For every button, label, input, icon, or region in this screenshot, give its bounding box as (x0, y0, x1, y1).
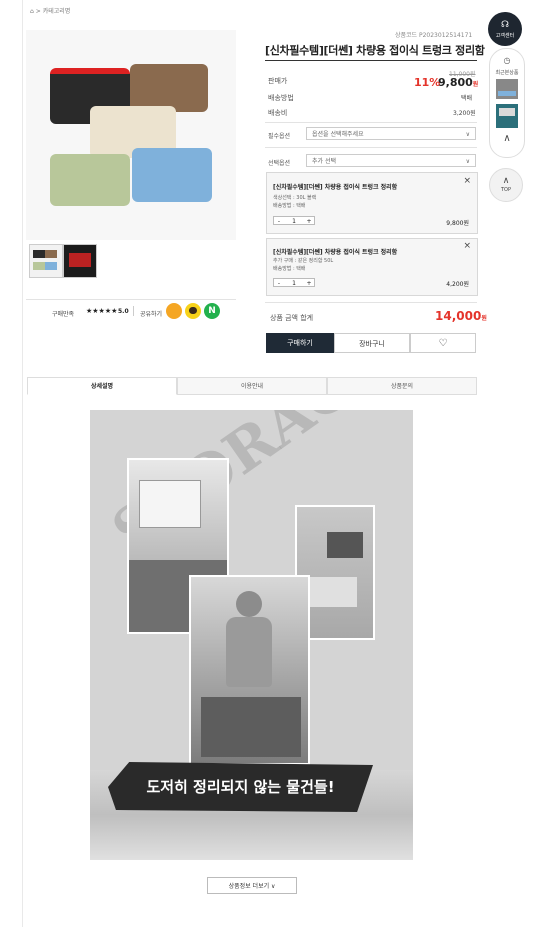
plus-icon: + (306, 280, 312, 287)
discount-rate: 11% (414, 76, 441, 89)
divider (265, 302, 477, 303)
price-label: 판매가 (268, 77, 288, 85)
quantity-stepper-1[interactable]: -1 + (273, 216, 315, 225)
option-2-detail-2: 배송방법 : 택배 (273, 266, 306, 272)
scroll-top-button[interactable]: ∧ TOP (489, 168, 523, 202)
shipping-method-label: 배송방법 (268, 94, 294, 102)
rating-value: 5.0 (118, 308, 129, 315)
required-option-select[interactable]: 옵션을 선택해주세요 ∨ (306, 127, 476, 140)
shipping-fee-label: 배송비 (268, 109, 288, 117)
thumbnail-2[interactable] (63, 244, 97, 278)
clock-icon: ◷ (503, 56, 511, 65)
plus-icon: + (306, 218, 312, 225)
option-2-price: 4,200원 (446, 281, 469, 288)
recent-product-thumb-2[interactable] (496, 104, 518, 128)
tab-guide[interactable]: 이용안내 (177, 377, 327, 395)
minus-icon: - (277, 280, 281, 287)
total-label: 상품 금액 합계 (270, 314, 314, 322)
buy-button[interactable]: 구매하기 (266, 333, 334, 353)
divider (265, 122, 477, 123)
breadcrumb: ⌂ > 카테고리명 (30, 8, 71, 15)
product-code: 상품코드 P2023012514171 (395, 32, 473, 39)
product-title: [신차필수템][더쎈] 차량용 접이식 트렁크 정리함 (265, 44, 485, 57)
rating-label: 구매만족 (52, 311, 75, 318)
share-kakaotalk-icon[interactable] (185, 303, 201, 319)
option-2-name: [신차필수템][더쎈] 차량용 접이식 트렁크 정리함 (273, 249, 398, 256)
shipping-method-value: 택배 (461, 95, 473, 102)
green-box-image (50, 154, 130, 206)
option-1-price: 9,800원 (446, 220, 469, 227)
share-naver-icon[interactable]: N (204, 303, 220, 319)
sale-price: 9,800원 (438, 76, 479, 89)
chevron-up-icon: ∧ (502, 176, 510, 186)
thumbnail-1[interactable] (29, 244, 63, 278)
option-2-detail-1: 추가 구매 : 같은 정리함 50L (273, 258, 334, 264)
option-1-name: [신차필수템][더쎈] 차량용 접이식 트렁크 정리함 (273, 184, 398, 191)
tab-inquiry[interactable]: 상품문의 (327, 377, 477, 395)
tab-detail[interactable]: 상세설명 (27, 377, 177, 395)
share-kakaostory-icon[interactable] (166, 303, 182, 319)
more-info-button[interactable]: 상품정보 더보기 ∨ (207, 877, 297, 894)
title-divider (265, 60, 477, 61)
extra-option-label: 선택옵션 (268, 160, 291, 167)
close-icon[interactable]: × (463, 176, 471, 186)
customer-center-button[interactable]: ☊ 고객센터 (488, 12, 522, 46)
wishlist-heart-icon[interactable]: ♡ (410, 333, 476, 353)
close-icon[interactable]: × (463, 241, 471, 251)
breadcrumb-current[interactable]: 카테고리명 (43, 8, 71, 15)
recent-products-label: 최근본상품 (495, 70, 519, 76)
headset-icon: ☊ (501, 20, 509, 30)
page-left-border (22, 0, 23, 927)
selected-option-2: [신차필수템][더쎈] 차량용 접이식 트렁크 정리함 추가 구매 : 같은 정… (266, 238, 478, 296)
divider (26, 299, 236, 300)
divider (133, 306, 134, 316)
extra-option-select[interactable]: 추가 선택 ∨ (306, 154, 476, 167)
chevron-up-icon[interactable]: ∧ (490, 133, 524, 144)
chevron-down-icon: ∨ (465, 158, 470, 165)
stressed-woman-photo (189, 575, 310, 765)
product-main-image[interactable] (26, 30, 236, 240)
home-icon[interactable]: ⌂ (30, 8, 34, 15)
minus-icon: - (277, 218, 281, 225)
recent-products-widget: ◷ 최근본상품 ∧ (489, 48, 525, 158)
recent-product-thumb-1[interactable] (496, 79, 518, 99)
total-price: 14,000원 (435, 309, 487, 323)
rating-stars-icon: ★★★★★ (86, 307, 118, 315)
quantity-stepper-2[interactable]: -1 + (273, 278, 315, 287)
shipping-fee-value: 3,200원 (453, 110, 476, 117)
option-1-detail-2: 배송방법 : 택배 (273, 203, 306, 209)
option-1-detail-1: 색상선택 : 30L 블랙 (273, 195, 317, 201)
divider (265, 147, 477, 148)
share-label: 공유하기 (140, 311, 163, 318)
chevron-down-icon: ∨ (465, 131, 470, 138)
cart-button[interactable]: 장바구니 (334, 333, 410, 353)
required-option-label: 필수옵션 (268, 133, 291, 140)
brown-box-image (130, 64, 208, 112)
selected-option-1: [신차필수템][더쎈] 차량용 접이식 트렁크 정리함 색상선택 : 30L 블… (266, 172, 478, 234)
blue-box-image (132, 148, 212, 202)
detail-caption: 도저히 정리되지 않는 물건들! (146, 778, 335, 796)
product-detail-image: STORAGE BOX 도저히 정리되지 않는 물건들! (90, 410, 413, 860)
